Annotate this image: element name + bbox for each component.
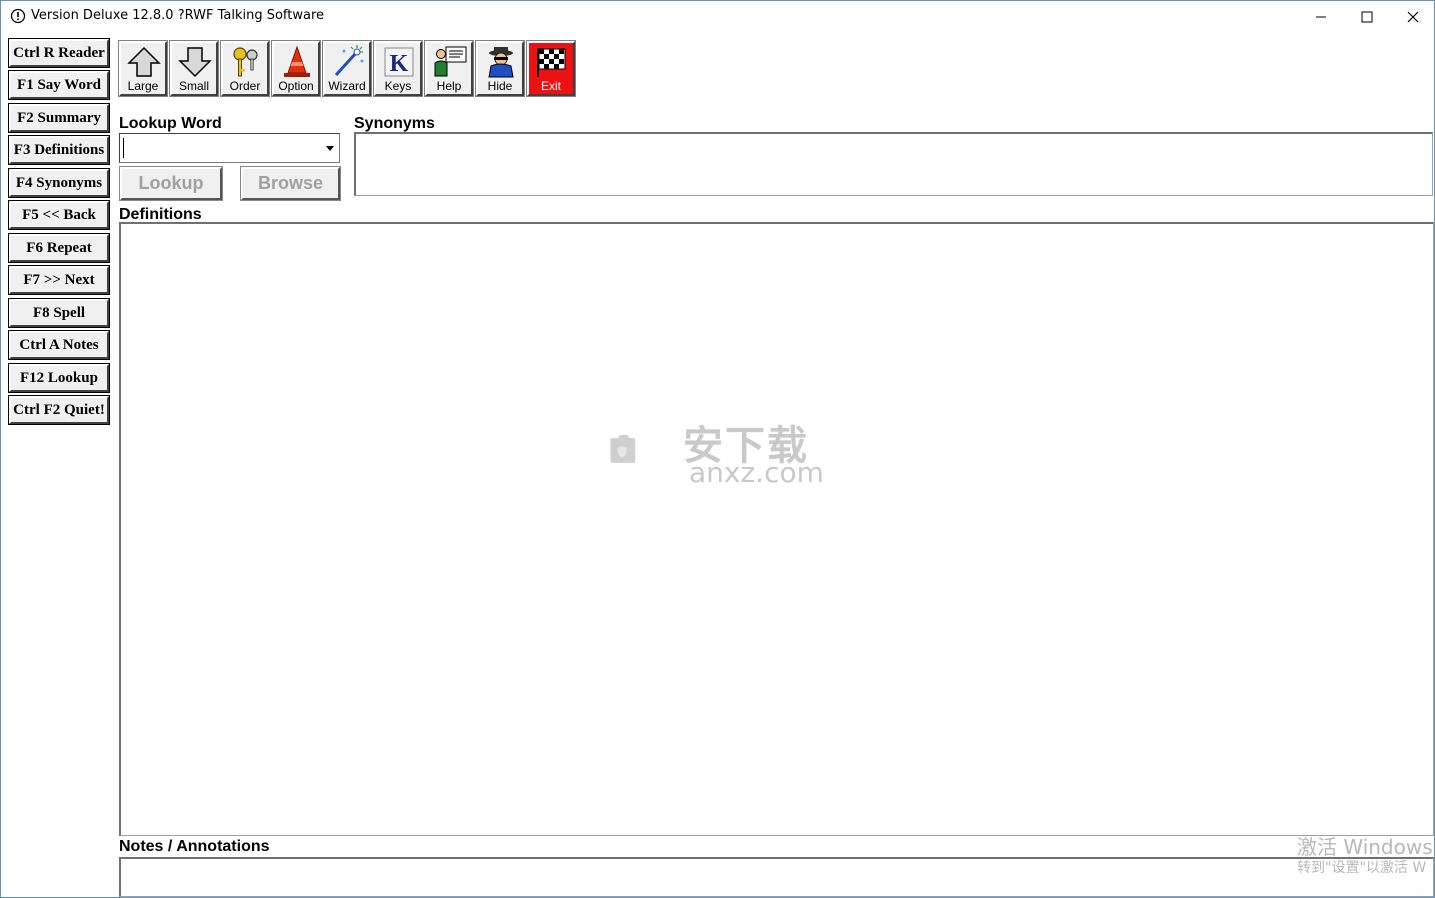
up-arrow-icon [127, 46, 161, 77]
keys-icon [233, 47, 258, 77]
toolbar-small-button[interactable]: Small [169, 40, 219, 97]
down-arrow-icon [178, 47, 212, 78]
lookup-dropdown-button[interactable] [321, 135, 338, 161]
checkered-flag-icon [537, 48, 566, 77]
toolbar-hide-label: Hide [487, 79, 513, 93]
browse-button[interactable]: Browse [240, 166, 341, 201]
maximize-button[interactable] [1344, 1, 1390, 32]
title-bar[interactable]: Version Deluxe 12.8.0 ?RWF Talking Softw… [1, 1, 1434, 32]
minimize-button[interactable] [1298, 1, 1344, 32]
sidebar-button-next[interactable]: F7 >> Next [8, 265, 110, 295]
toolbar-keys-button[interactable]: K Keys [373, 40, 423, 97]
window-title: Version Deluxe 12.8.0 ?RWF Talking Softw… [31, 8, 325, 23]
sidebar-button-repeat[interactable]: F6 Repeat [8, 233, 110, 263]
activation-title: 激活 Windows [1297, 835, 1433, 859]
traffic-cone-icon [284, 45, 310, 77]
toolbar-wizard-label: Wizard [328, 79, 366, 93]
sidebar-button-notes[interactable]: Ctrl A Notes [8, 330, 110, 360]
dropdown-arrow-icon [325, 145, 334, 151]
spy-icon [488, 47, 514, 78]
lookup-button[interactable]: Lookup [119, 166, 223, 201]
help-person-icon [434, 46, 467, 77]
close-button[interactable] [1390, 1, 1435, 32]
toolbar-help-button[interactable]: Help [424, 40, 474, 97]
app-window: Version Deluxe 12.8.0 ?RWF Talking Softw… [0, 0, 1435, 898]
toolbar-small-label: Small [178, 79, 209, 93]
svg-text:K: K [390, 51, 409, 77]
toolbar-help-label: Help [436, 79, 462, 93]
maximize-icon [1361, 11, 1373, 22]
close-icon [1407, 11, 1419, 22]
activation-subtitle: 转到"设置"以激活 W [1297, 860, 1427, 876]
synonyms-label: Synonyms [354, 115, 435, 132]
toolbar-keys-label: Keys [384, 79, 412, 93]
toolbar-option-label: Option [278, 79, 314, 93]
toolbar-large-button[interactable]: Large [118, 40, 168, 97]
watermark-text-url: anxz.com [689, 456, 824, 489]
definitions-textarea[interactable] [119, 222, 1434, 836]
lookup-word-combobox[interactable] [119, 133, 340, 163]
notes-label: Notes / Annotations [119, 838, 270, 855]
toolbar-order-label: Order [229, 79, 261, 93]
sidebar-button-synonyms[interactable]: F4 Synonyms [8, 168, 110, 198]
synonyms-list[interactable] [354, 132, 1433, 196]
sidebar-button-reader[interactable]: Ctrl R Reader [8, 38, 110, 68]
toolbar-large-label: Large [127, 79, 159, 93]
toolbar-order-button[interactable]: Order [220, 40, 270, 97]
sidebar-button-lookup[interactable]: F12 Lookup [8, 363, 110, 393]
magic-wand-icon [334, 45, 364, 77]
toolbar-option-button[interactable]: Option [271, 40, 321, 97]
app-logo-icon [10, 8, 26, 24]
sidebar-button-say-word[interactable]: F1 Say Word [8, 70, 110, 100]
notes-textarea[interactable] [119, 857, 1434, 897]
sidebar-button-quiet[interactable]: Ctrl F2 Quiet! [8, 395, 110, 425]
sidebar-button-summary[interactable]: F2 Summary [8, 103, 110, 133]
toolbar-hide-button[interactable]: Hide [475, 40, 525, 97]
toolbar-exit-button[interactable]: Exit [526, 40, 576, 97]
toolbar-wizard-button[interactable]: Wizard [322, 40, 372, 97]
sidebar-button-definitions[interactable]: F3 Definitions [8, 135, 110, 165]
toolbar-exit-label: Exit [540, 79, 561, 93]
lookup-word-label: Lookup Word [119, 115, 222, 132]
sidebar-button-back[interactable]: F5 << Back [8, 200, 110, 230]
minimize-icon [1316, 16, 1326, 17]
watermark-shield-icon [610, 434, 636, 463]
text-caret [123, 138, 124, 158]
sidebar-button-spell[interactable]: F8 Spell [8, 298, 110, 328]
letter-k-icon: K [384, 47, 414, 77]
